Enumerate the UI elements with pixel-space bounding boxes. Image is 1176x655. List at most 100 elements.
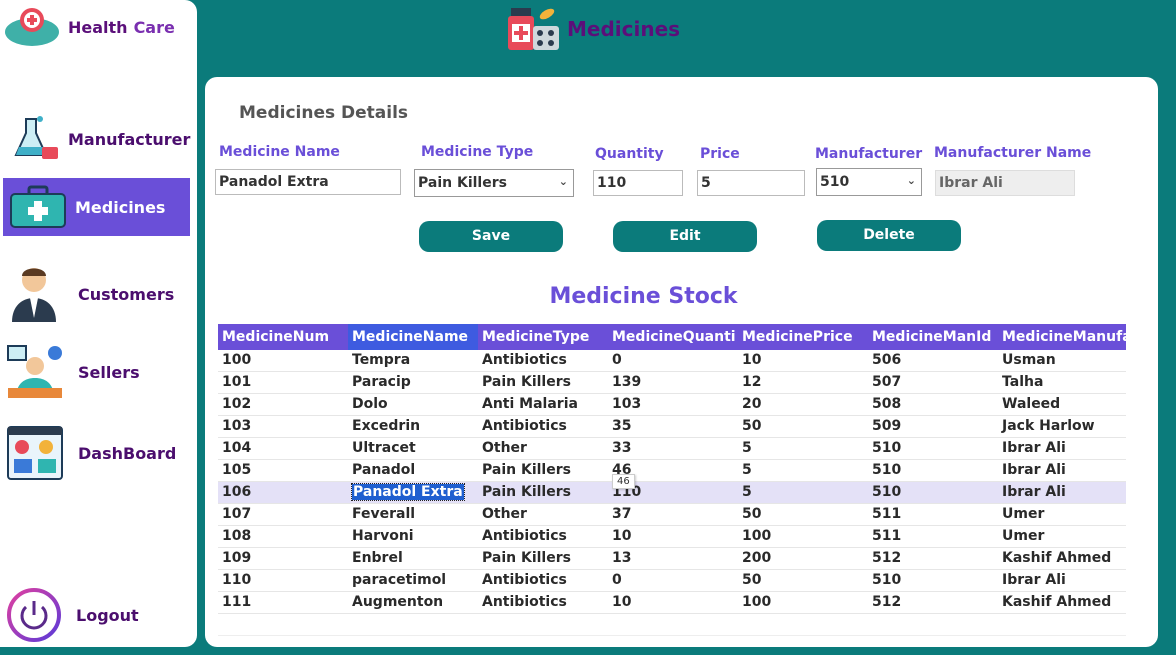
table-cell[interactable]: 12: [738, 372, 868, 393]
table-row[interactable]: 108 Harvoni Antibiotics 10 100 511 Umer: [218, 526, 1126, 548]
table-row[interactable]: 103 Excedrin Antibiotics 35 50 509 Jack Harlow: [218, 416, 1126, 438]
table-cell[interactable]: Antibiotics: [478, 416, 608, 437]
table-cell[interactable]: 103: [608, 394, 738, 415]
table-cell[interactable]: Waleed: [998, 394, 1126, 415]
quantity-input[interactable]: 110: [593, 170, 683, 196]
table-cell[interactable]: 510: [868, 482, 998, 503]
table-cell[interactable]: 0: [608, 570, 738, 591]
table-cell[interactable]: 105: [218, 460, 348, 481]
table-cell[interactable]: 110: [218, 570, 348, 591]
table-row[interactable]: 107 Feverall Other 37 50 511 Umer: [218, 504, 1126, 526]
table-cell[interactable]: Tempra: [348, 350, 478, 371]
table-cell[interactable]: 10: [608, 526, 738, 547]
table-cell[interactable]: 50: [738, 504, 868, 525]
table-row[interactable]: 111 Augmenton Antibiotics 10 100 512 Kashif Ah…: [218, 592, 1126, 614]
table-cell[interactable]: Antibiotics: [478, 592, 608, 613]
table-cell[interactable]: 101: [218, 372, 348, 393]
table-cell[interactable]: Other: [478, 504, 608, 525]
table-cell[interactable]: Ultracet: [348, 438, 478, 459]
table-cell[interactable]: Dolo: [348, 394, 478, 415]
table-cell[interactable]: Augmenton: [348, 592, 478, 613]
table-cell[interactable]: 102: [218, 394, 348, 415]
table-cell[interactable]: Feverall: [348, 504, 478, 525]
table-cell[interactable]: 13: [608, 548, 738, 569]
table-cell[interactable]: 100: [738, 526, 868, 547]
sidebar-item-logout[interactable]: Logout: [4, 588, 191, 642]
table-cell[interactable]: Pain Killers: [478, 548, 608, 569]
sidebar-item-customers[interactable]: Customers: [4, 264, 191, 324]
table-cell[interactable]: Excedrin: [348, 416, 478, 437]
table-cell[interactable]: Talha: [998, 372, 1126, 393]
table-cell[interactable]: Antibiotics: [478, 526, 608, 547]
table-cell[interactable]: 512: [868, 548, 998, 569]
column-header[interactable]: MedicineNum: [218, 324, 348, 350]
table-cell[interactable]: Ibrar Ali: [998, 482, 1126, 503]
medicine-type-select[interactable]: Pain Killers ⌄: [414, 169, 574, 197]
column-header[interactable]: MedicineName: [348, 324, 478, 350]
table-cell[interactable]: 5: [738, 438, 868, 459]
table-cell[interactable]: 511: [868, 504, 998, 525]
table-cell[interactable]: Antibiotics: [478, 570, 608, 591]
table-cell[interactable]: 512: [868, 592, 998, 613]
table-row[interactable]: 106 Panadol Extra Pain Killers 110 5 510 Ibrar…: [218, 482, 1126, 504]
manufacturer-select[interactable]: 510 ⌄: [816, 168, 922, 196]
table-cell[interactable]: 510: [868, 460, 998, 481]
table-cell[interactable]: Harvoni: [348, 526, 478, 547]
table-cell[interactable]: 33: [608, 438, 738, 459]
table-cell[interactable]: 5: [738, 460, 868, 481]
table-cell[interactable]: 509: [868, 416, 998, 437]
table-cell[interactable]: 100: [218, 350, 348, 371]
table-cell[interactable]: Kashif Ahmed: [998, 548, 1126, 569]
table-cell[interactable]: 107: [218, 504, 348, 525]
table-cell[interactable]: Ibrar Ali: [998, 438, 1126, 459]
medicine-name-input[interactable]: Panadol Extra: [215, 169, 401, 195]
table-cell[interactable]: 507: [868, 372, 998, 393]
table-cell[interactable]: Jack Harlow: [998, 416, 1126, 437]
table-cell[interactable]: 510: [868, 570, 998, 591]
table-cell[interactable]: Antibiotics: [478, 350, 608, 371]
column-header[interactable]: MedicinePrice: [738, 324, 868, 350]
sidebar-item-medicines[interactable]: Medicines: [3, 178, 190, 236]
table-row[interactable]: 100 Tempra Antibiotics 0 10 506 Usman: [218, 350, 1126, 372]
table-row[interactable]: 102 Dolo Anti Malaria 103 20 508 Waleed: [218, 394, 1126, 416]
delete-button[interactable]: Delete: [817, 220, 961, 251]
table-cell[interactable]: Pain Killers: [478, 460, 608, 481]
table-cell[interactable]: Enbrel: [348, 548, 478, 569]
table-cell[interactable]: 506: [868, 350, 998, 371]
table-row[interactable]: 110 paracetimol Antibiotics 0 50 510 Ibrar Ali: [218, 570, 1126, 592]
save-button[interactable]: Save: [419, 221, 563, 252]
table-cell[interactable]: Ibrar Ali: [998, 460, 1126, 481]
table-cell[interactable]: 35: [608, 416, 738, 437]
price-input[interactable]: 5: [697, 170, 805, 196]
table-cell[interactable]: 139: [608, 372, 738, 393]
table-cell[interactable]: paracetimol: [348, 570, 478, 591]
table-cell[interactable]: Other: [478, 438, 608, 459]
table-cell[interactable]: Panadol Extra: [348, 482, 478, 503]
table-cell[interactable]: 103: [218, 416, 348, 437]
sidebar-item-manufacturer[interactable]: Manufacturer: [4, 113, 191, 165]
column-header[interactable]: MedicineManId: [868, 324, 998, 350]
edit-button[interactable]: Edit: [613, 221, 757, 252]
table-cell[interactable]: 111: [218, 592, 348, 613]
table-row[interactable]: 104 Ultracet Other 33 5 510 Ibrar Ali: [218, 438, 1126, 460]
table-cell[interactable]: 200: [738, 548, 868, 569]
medicine-stock-table[interactable]: MedicineNum MedicineName MedicineType Me…: [218, 324, 1126, 636]
table-cell[interactable]: 106: [218, 482, 348, 503]
table-cell[interactable]: Usman: [998, 350, 1126, 371]
table-cell[interactable]: 100: [738, 592, 868, 613]
table-cell[interactable]: 50: [738, 416, 868, 437]
table-cell[interactable]: Pain Killers: [478, 482, 608, 503]
table-row[interactable]: 109 Enbrel Pain Killers 13 200 512 Kashif Ahme…: [218, 548, 1126, 570]
column-header[interactable]: MedicineManufa: [998, 324, 1126, 350]
table-cell[interactable]: Pain Killers: [478, 372, 608, 393]
table-cell[interactable]: 511: [868, 526, 998, 547]
table-cell[interactable]: Anti Malaria: [478, 394, 608, 415]
table-cell[interactable]: Panadol: [348, 460, 478, 481]
table-cell[interactable]: 50: [738, 570, 868, 591]
table-cell[interactable]: Paracip: [348, 372, 478, 393]
table-row[interactable]: 105 Panadol Pain Killers 46 5 510 Ibrar Ali: [218, 460, 1126, 482]
column-header[interactable]: MedicineType: [478, 324, 608, 350]
table-cell[interactable]: 20: [738, 394, 868, 415]
table-cell[interactable]: 5: [738, 482, 868, 503]
table-cell[interactable]: 10: [738, 350, 868, 371]
